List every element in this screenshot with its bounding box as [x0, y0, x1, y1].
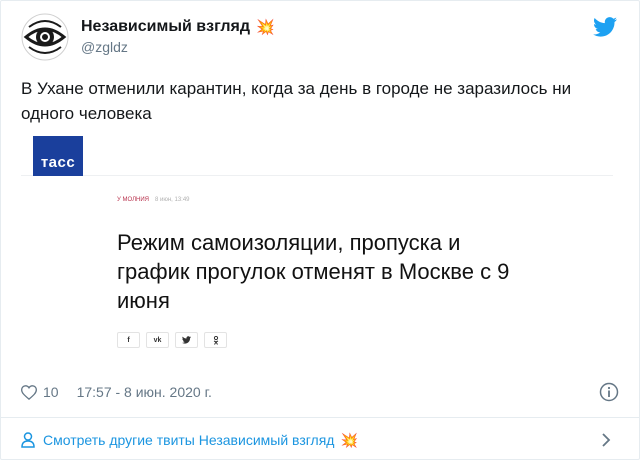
tass-logo: тасс	[33, 136, 83, 176]
link-card[interactable]: тасс У МОЛНИЯ 8 июн, 13:49 Режим самоизо…	[21, 132, 613, 360]
avatar[interactable]	[21, 13, 69, 61]
author-handle[interactable]: @zgldz	[81, 39, 128, 55]
tweet-timestamp[interactable]: 17:57 - 8 июн. 2020 г.	[77, 384, 212, 400]
card-meta: У МОЛНИЯ 8 июн, 13:49	[117, 197, 190, 203]
heart-icon[interactable]	[21, 384, 37, 400]
share-buttons: f vk	[117, 332, 227, 348]
author-name-text[interactable]: Независимый взгляд	[81, 18, 250, 36]
card-headline[interactable]: Режим самоизоляции, пропуска и график пр…	[117, 228, 537, 315]
twitter-share-icon[interactable]	[175, 332, 198, 348]
more-tweets-link[interactable]: Смотреть другие твиты Независимый взгляд…	[21, 429, 621, 451]
vk-share-icon[interactable]: vk	[146, 332, 169, 348]
more-tweets-label-wrap[interactable]: Смотреть другие твиты Независимый взгляд…	[43, 432, 358, 449]
explosion-icon: 💥	[340, 431, 358, 448]
info-icon[interactable]	[599, 382, 619, 402]
more-tweets-label[interactable]: Смотреть другие твиты Независимый взгляд	[43, 432, 334, 448]
chevron-right-icon[interactable]	[599, 432, 613, 448]
card-header-bar: тасс	[21, 132, 613, 176]
odnoklassniki-share-icon[interactable]	[204, 332, 227, 348]
tweet-text: В Ухане отменили карантин, когда за день…	[21, 79, 572, 123]
tweet-footer: 10 17:57 - 8 июн. 2020 г.	[21, 382, 621, 402]
explosion-icon: 💥	[256, 19, 275, 36]
card-tag: У МОЛНИЯ	[117, 197, 149, 203]
author-name[interactable]: Независимый взгляд 💥	[81, 18, 275, 36]
card-date: 8 июн, 13:49	[155, 197, 190, 203]
like-count[interactable]: 10	[43, 384, 59, 400]
person-icon	[21, 432, 35, 448]
twitter-bird-icon[interactable]	[593, 17, 617, 37]
footer-divider	[1, 417, 639, 418]
facebook-share-icon[interactable]: f	[117, 332, 140, 348]
tweet-embed: Независимый взгляд 💥 @zgldz В Ухане отме…	[0, 0, 640, 460]
